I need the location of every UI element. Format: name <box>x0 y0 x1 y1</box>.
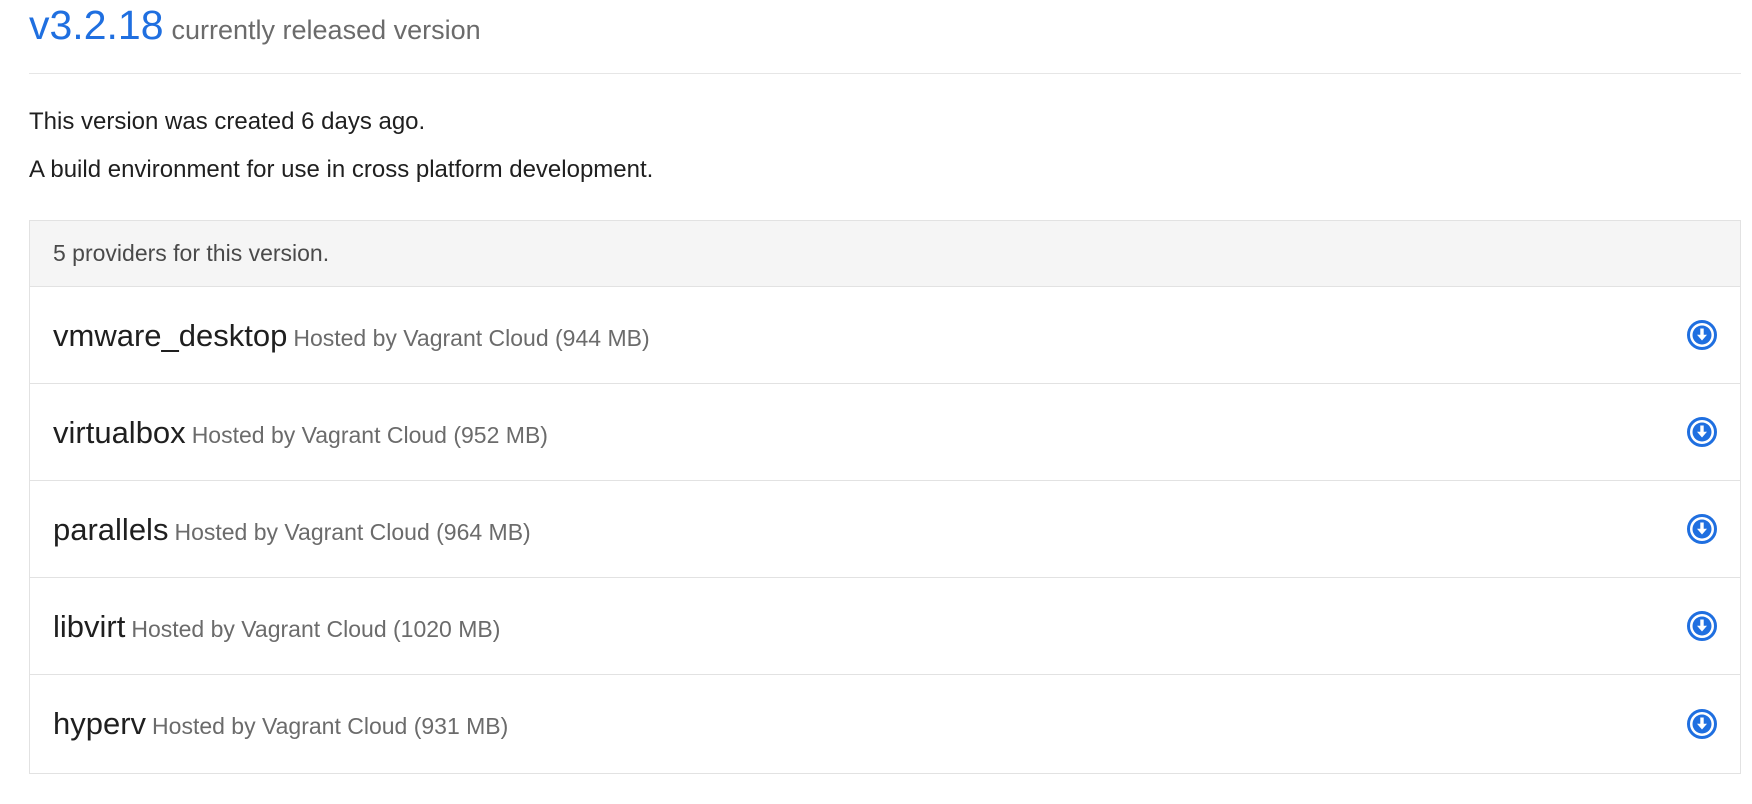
provider-row-virtualbox: virtualbox Hosted by Vagrant Cloud (952 M… <box>30 384 1740 481</box>
provider-host-info: Hosted by Vagrant Cloud (1020 MB) <box>131 616 501 642</box>
provider-host-info: Hosted by Vagrant Cloud (952 MB) <box>191 422 548 448</box>
providers-heading: 5 providers for this version. <box>30 221 1740 287</box>
provider-name: libvirt <box>53 609 126 644</box>
provider-host-info: Hosted by Vagrant Cloud (964 MB) <box>174 519 531 545</box>
provider-row-vmware-desktop: vmware_desktop Hosted by Vagrant Cloud (9… <box>30 287 1740 384</box>
provider-row-hyperv: hyperv Hosted by Vagrant Cloud (931 MB) <box>30 675 1740 773</box>
download-circle-icon[interactable] <box>1686 416 1718 448</box>
page: v3.2.18 currently released version This v… <box>0 0 1752 804</box>
provider-name: virtualbox <box>53 415 186 450</box>
download-circle-icon[interactable] <box>1686 319 1718 351</box>
provider-name: hyperv <box>53 706 147 741</box>
provider-name: parallels <box>53 512 169 547</box>
provider-row-libvirt: libvirt Hosted by Vagrant Cloud (1020 MB) <box>30 578 1740 675</box>
provider-row-parallels: parallels Hosted by Vagrant Cloud (964 MB… <box>30 481 1740 578</box>
version-header: v3.2.18 currently released version <box>29 0 1741 74</box>
provider-host-info: Hosted by Vagrant Cloud (931 MB) <box>152 713 509 739</box>
provider-name: vmware_desktop <box>53 318 288 353</box>
provider-host-info: Hosted by Vagrant Cloud (944 MB) <box>293 325 650 351</box>
download-circle-icon[interactable] <box>1686 513 1718 545</box>
download-circle-icon[interactable] <box>1686 708 1718 740</box>
version-description: A build environment for use in cross pla… <box>29 156 654 183</box>
version-number-link[interactable]: v3.2.18 <box>29 2 164 48</box>
download-circle-icon[interactable] <box>1686 610 1718 642</box>
version-status: currently released version <box>171 15 481 45</box>
version-created-text: This version was created 6 days ago. <box>29 108 426 135</box>
providers-panel: 5 providers for this version. vmware_des… <box>29 220 1741 774</box>
